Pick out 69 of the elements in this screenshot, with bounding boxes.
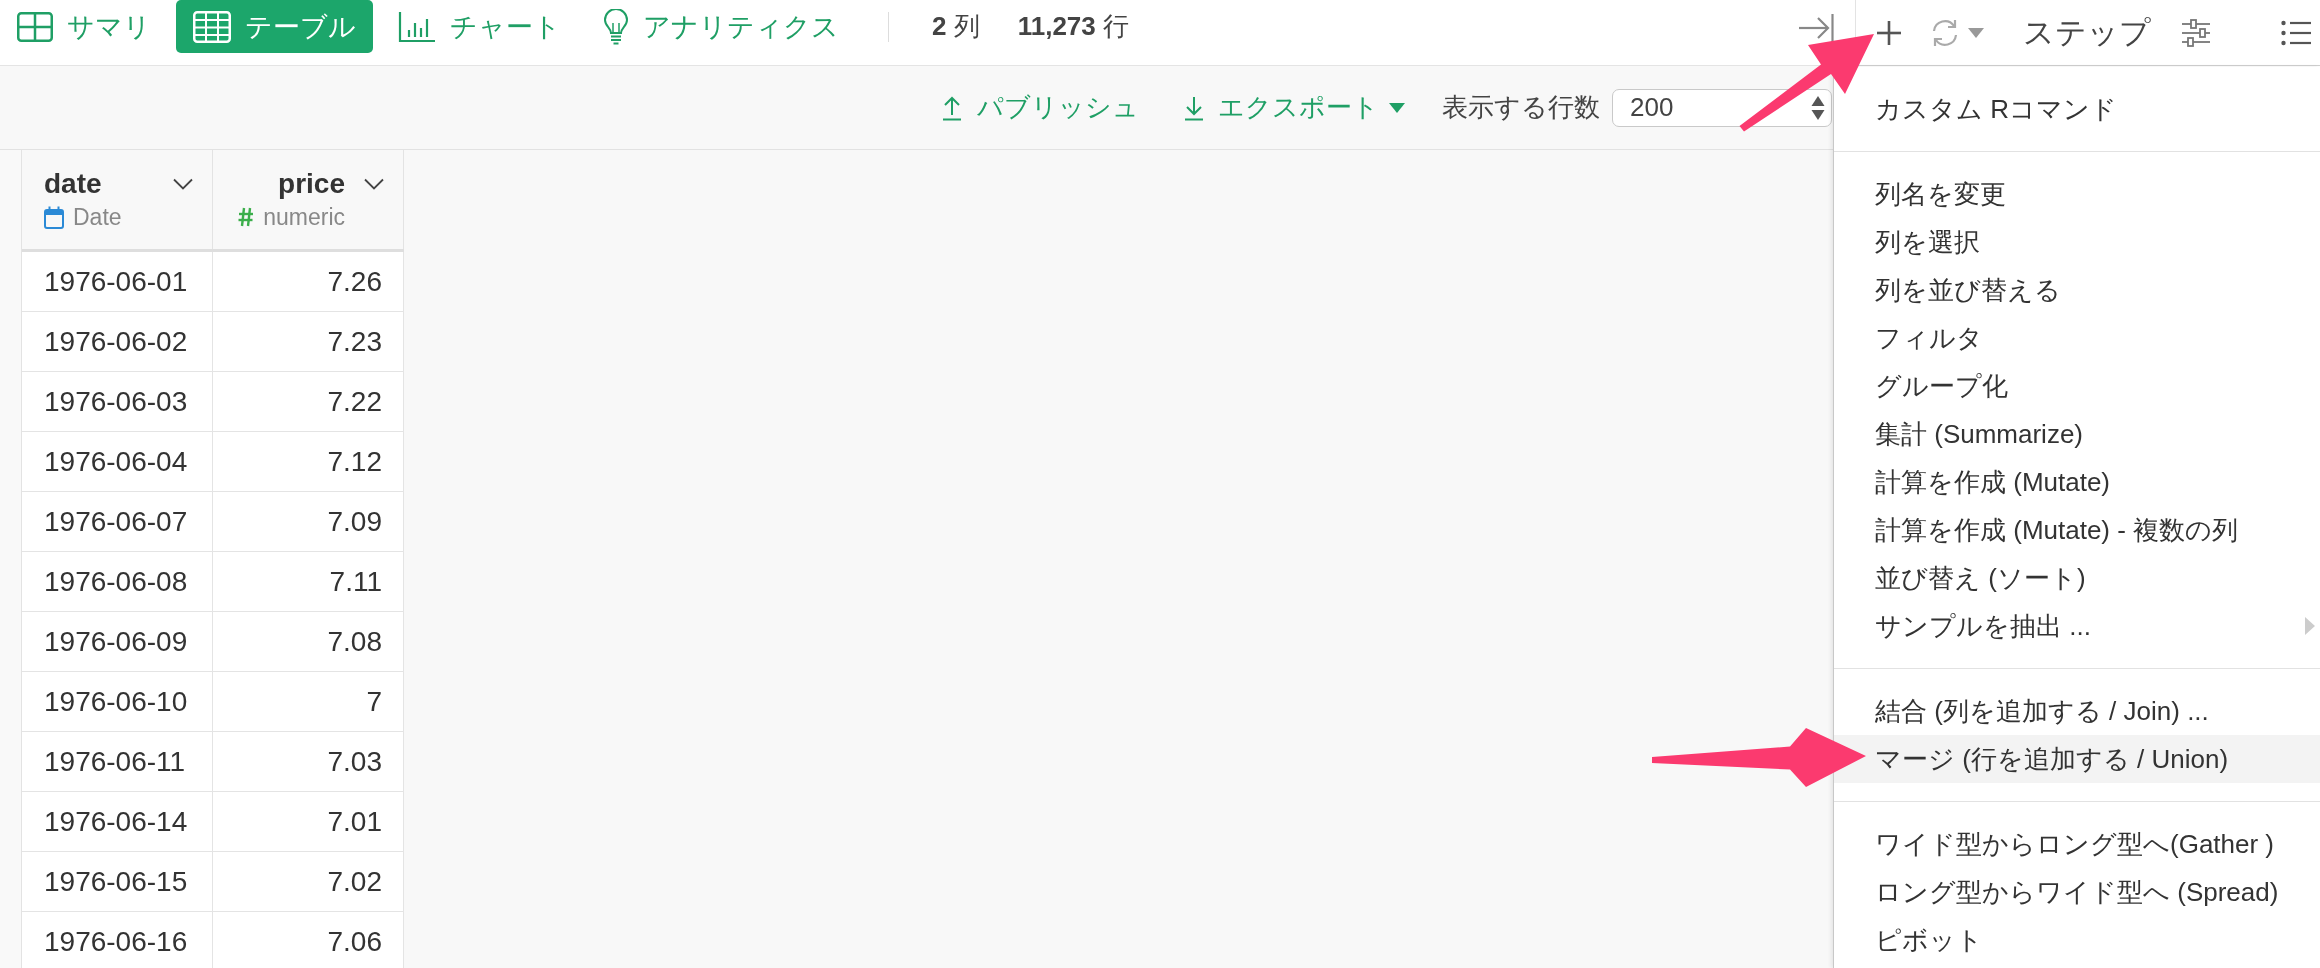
- table-cell: 7.03: [213, 732, 404, 792]
- column-name: date: [44, 168, 103, 200]
- download-icon: [1183, 94, 1205, 121]
- menu-item[interactable]: フィルタ: [1834, 314, 2320, 362]
- caret-icon[interactable]: [1968, 27, 1984, 38]
- table-cell: 1976-06-14: [22, 792, 213, 852]
- stepper-icon: [1811, 94, 1825, 121]
- lightbulb-icon: [603, 8, 629, 45]
- table-cell: 7.06: [213, 912, 404, 968]
- menu-item[interactable]: ロング型からワイド型へ (Spread): [1834, 868, 2320, 916]
- column-header[interactable]: date Date: [22, 150, 213, 249]
- table-cell: 1976-06-02: [22, 312, 213, 372]
- table-cell: 1976-06-01: [22, 252, 213, 312]
- table-cell: 7: [213, 672, 404, 732]
- rows-label: 表示する行数: [1442, 91, 1600, 124]
- menu-item[interactable]: 計算を作成 (Mutate): [1834, 458, 2320, 506]
- menu-item[interactable]: 列名を変更: [1834, 170, 2320, 218]
- grid-icon: [17, 11, 53, 42]
- arrow-to-line-icon[interactable]: [1798, 14, 1834, 42]
- chevron-down-icon[interactable]: [173, 178, 193, 190]
- menu-item[interactable]: グループ化: [1834, 362, 2320, 410]
- table-cell: 7.09: [213, 492, 404, 552]
- table-cell: 1976-06-09: [22, 612, 213, 672]
- caret-icon: [1389, 102, 1405, 113]
- calendar-icon: [44, 205, 64, 229]
- caret-right-icon: [2305, 617, 2315, 635]
- table-cell: 7.26: [213, 252, 404, 312]
- menu-item[interactable]: マージ (行を追加する / Union): [1834, 735, 2320, 783]
- chevron-down-icon[interactable]: [364, 178, 384, 190]
- table-cell: 1976-06-04: [22, 432, 213, 492]
- table-cell: 1976-06-16: [22, 912, 213, 968]
- hash-icon: [238, 207, 255, 227]
- menu-item[interactable]: 列を並び替える: [1834, 266, 2320, 314]
- menu-item[interactable]: 集計 (Summarize): [1834, 410, 2320, 458]
- table-cell: 7.11: [213, 552, 404, 612]
- upload-icon: [941, 94, 963, 121]
- menu-item[interactable]: 列を選択: [1834, 218, 2320, 266]
- list-icon[interactable]: [2281, 19, 2311, 46]
- table-cell: 7.08: [213, 612, 404, 672]
- menu-item[interactable]: 並び替え (ソート): [1834, 554, 2320, 602]
- count-label: 11,273 行: [1017, 10, 1130, 43]
- table-cell: 7.12: [213, 432, 404, 492]
- menu-item[interactable]: 結合 (列を追加する / Join) ...: [1834, 687, 2320, 735]
- table-cell: 1976-06-08: [22, 552, 213, 612]
- table-icon: [193, 10, 231, 43]
- menu-item[interactable]: サンプルを抽出 ...: [1834, 602, 2320, 650]
- sliders-icon[interactable]: [2181, 17, 2211, 48]
- menu-item[interactable]: ピボット: [1834, 916, 2320, 964]
- column-header[interactable]: price numeric: [213, 150, 404, 249]
- table-cell: 1976-06-15: [22, 852, 213, 912]
- rows-select[interactable]: 200: [1612, 88, 1832, 127]
- count-label: 2 列: [932, 10, 980, 43]
- column-type: Date: [73, 203, 122, 231]
- bar-chart-icon: [398, 10, 436, 43]
- menu-item[interactable]: ワイド型からロング型へ(Gather ): [1834, 820, 2320, 868]
- table-cell: 1976-06-07: [22, 492, 213, 552]
- table-cell: 1976-06-03: [22, 372, 213, 432]
- plus-icon[interactable]: [1876, 19, 1902, 46]
- table-cell: 7.02: [213, 852, 404, 912]
- column-name: price: [278, 168, 345, 200]
- table-cell: 1976-06-11: [22, 732, 213, 792]
- table-cell: 7.23: [213, 312, 404, 372]
- column-type: numeric: [263, 203, 345, 231]
- panel-title: ステップ: [2023, 13, 2151, 52]
- table-cell: 7.01: [213, 792, 404, 852]
- menu-item[interactable]: 計算を作成 (Mutate) - 複数の列: [1834, 506, 2320, 554]
- menu-item[interactable]: カスタム Rコマンド: [1834, 85, 2320, 133]
- table-cell: 7.22: [213, 372, 404, 432]
- table-cell: 1976-06-10: [22, 672, 213, 732]
